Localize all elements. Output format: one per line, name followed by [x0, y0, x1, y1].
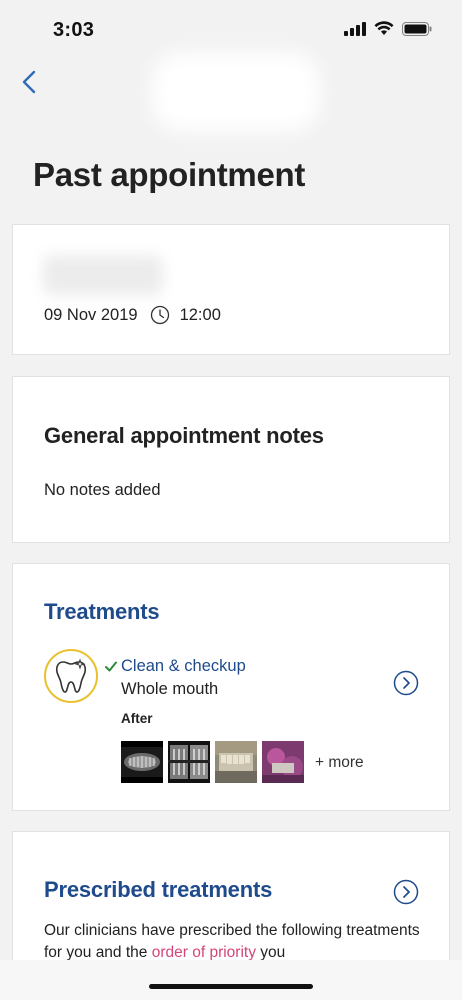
wifi-icon	[374, 21, 394, 35]
treatment-details-button[interactable]	[393, 670, 419, 701]
home-indicator[interactable]	[149, 984, 313, 989]
tooth-badge	[44, 649, 98, 703]
prescribed-details-button[interactable]	[393, 879, 419, 910]
treatment-area: Whole mouth	[121, 680, 219, 698]
order-of-priority-link[interactable]: order of priority	[152, 944, 256, 961]
prescribed-description: Our clinicians have prescribed the follo…	[44, 920, 424, 964]
treatment-item[interactable]: Clean & checkup	[105, 657, 246, 676]
more-photos-link[interactable]: + more	[315, 754, 364, 772]
notes-card: General appointment notes No notes added	[12, 376, 450, 543]
treatment-name[interactable]: Clean & checkup	[121, 657, 246, 676]
chevron-right-circle-icon	[393, 879, 419, 905]
notes-text: No notes added	[44, 481, 161, 499]
battery-icon	[402, 21, 432, 36]
tooth-icon	[55, 658, 87, 693]
after-label: After	[121, 711, 153, 726]
check-icon	[105, 661, 117, 672]
after-photos	[121, 741, 304, 783]
redacted-appointment-details	[43, 255, 163, 295]
redacted-nav-title	[152, 52, 320, 132]
status-icons	[344, 21, 432, 36]
chevron-right-circle-icon	[393, 670, 419, 696]
appointment-time: 12:00	[179, 305, 221, 324]
prescribed-heading: Prescribed treatments	[44, 877, 273, 902]
navigation-bar	[0, 52, 462, 132]
back-button[interactable]	[14, 66, 44, 98]
cellular-signal-icon	[344, 21, 366, 36]
chevron-left-icon	[22, 70, 36, 94]
treatments-heading: Treatments	[44, 599, 160, 624]
prescribed-body-end: you	[255, 944, 286, 961]
treatments-card: Treatments Clean & checkup Whole mouth A…	[12, 563, 450, 811]
appointment-summary-card: 09 Nov 2019 12:00	[12, 224, 450, 355]
appointment-datetime: 09 Nov 2019 12:00	[44, 305, 221, 325]
xray-thumbnail[interactable]	[168, 741, 210, 783]
clock-icon	[150, 305, 170, 325]
xray-thumbnail[interactable]	[121, 741, 163, 783]
notes-heading: General appointment notes	[44, 423, 324, 448]
status-bar: 3:03	[0, 0, 462, 52]
status-time: 3:03	[53, 19, 95, 41]
prescribed-treatments-card: Prescribed treatments Our clinicians hav…	[12, 831, 450, 971]
intraoral-photo-thumbnail[interactable]	[215, 741, 257, 783]
appointment-date: 09 Nov 2019	[44, 305, 138, 324]
intraoral-photo-thumbnail[interactable]	[262, 741, 304, 783]
bottom-safe-area	[0, 960, 462, 1000]
page-title: Past appointment	[33, 156, 306, 193]
